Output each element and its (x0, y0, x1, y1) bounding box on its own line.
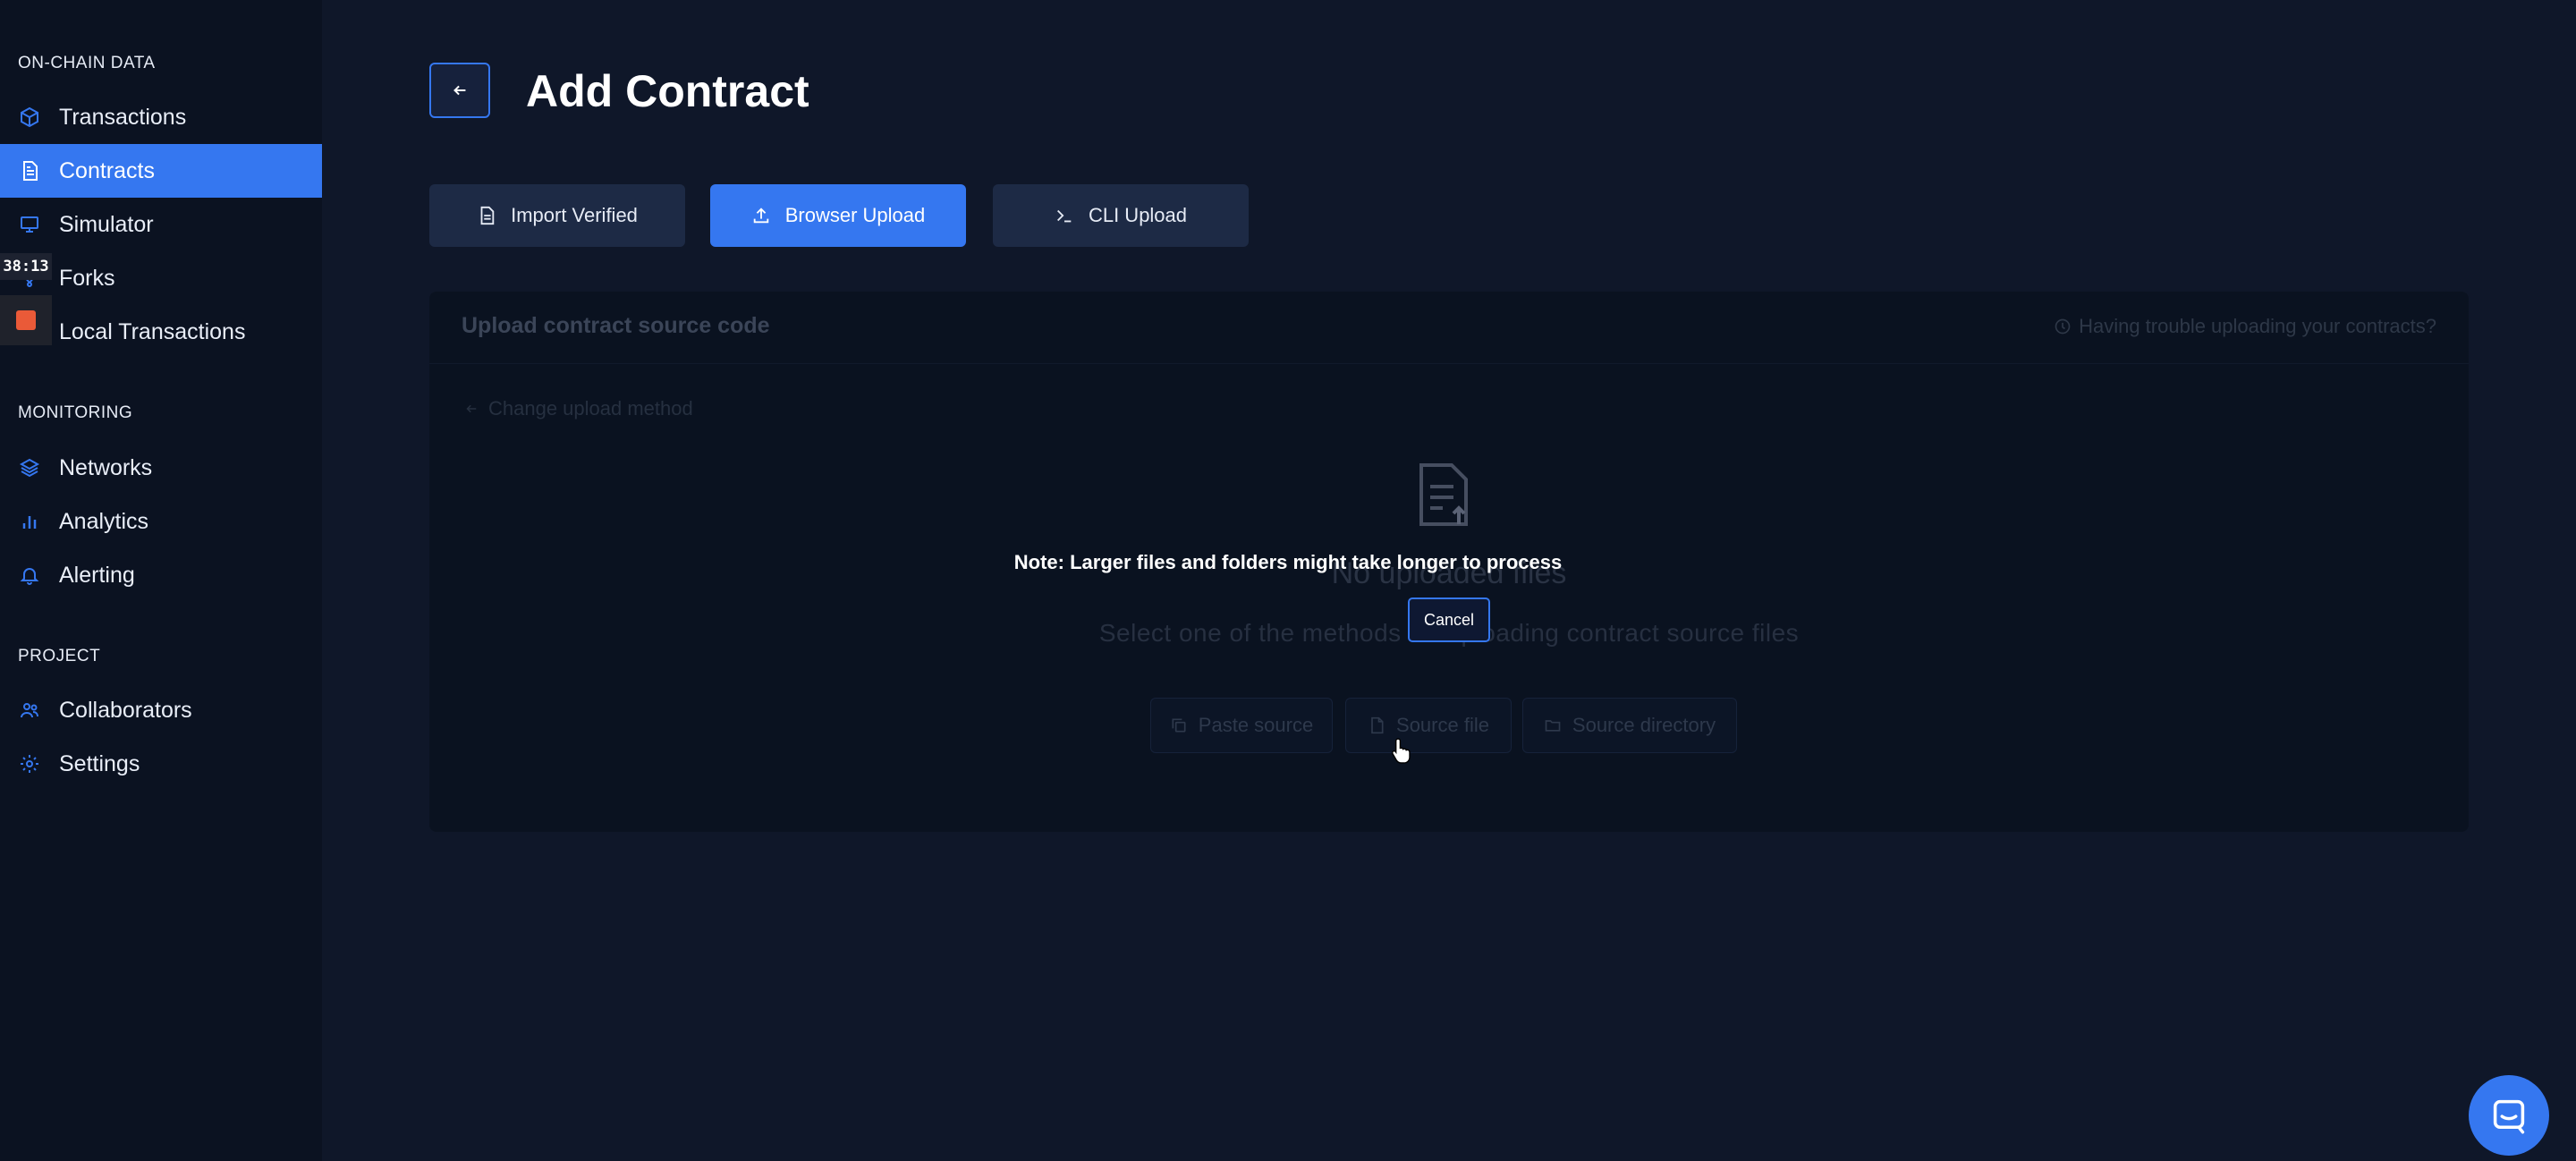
help-icon (2055, 318, 2071, 335)
sidebar-item-settings[interactable]: Settings (0, 737, 322, 791)
sidebar-item-label: Collaborators (59, 697, 192, 723)
chat-support-button[interactable] (2469, 1075, 2549, 1156)
document-icon (18, 159, 41, 182)
bar-chart-icon (18, 510, 41, 533)
change-method-label: Change upload method (488, 397, 693, 419)
back-button[interactable] (429, 63, 490, 118)
sidebar-item-label: Simulator (59, 211, 154, 237)
sidebar-item-networks[interactable]: Networks (0, 441, 322, 495)
paste-source-label: Paste source (1198, 714, 1314, 736)
sidebar-item-label: Contracts (59, 157, 155, 183)
arrow-left-icon (453, 85, 466, 96)
source-file-button[interactable]: Source file (1345, 698, 1512, 753)
arrow-left-icon (466, 404, 477, 413)
section-label-project: PROJECT (18, 647, 101, 665)
users-icon (18, 699, 41, 722)
method-label: CLI Upload (1088, 204, 1188, 226)
cancel-button[interactable]: Cancel (1408, 597, 1490, 642)
sidebar-item-label: Forks (59, 265, 115, 291)
paste-source-button[interactable]: Paste source (1150, 698, 1333, 753)
method-label: Browser Upload (784, 204, 926, 226)
panel-header: Upload contract source code Having troub… (429, 292, 2469, 364)
cube-icon (18, 106, 41, 129)
import-verified-button[interactable]: Import Verified (429, 184, 685, 247)
document-icon (480, 206, 495, 225)
sidebar: ON-CHAIN DATA Transactions Contracts Sim… (0, 0, 322, 1161)
copy-icon (1172, 718, 1186, 733)
sidebar-item-label: Settings (59, 750, 140, 776)
stop-icon (16, 310, 36, 330)
sidebar-item-analytics[interactable]: Analytics (0, 495, 322, 548)
recorder-timer: 38:13 (0, 253, 52, 280)
gear-icon (18, 752, 41, 775)
source-directory-button[interactable]: Source directory (1522, 698, 1737, 753)
hand-cursor-icon (1392, 738, 1411, 764)
help-link-label: Having trouble uploading your contracts? (2079, 315, 2436, 337)
sidebar-item-simulator[interactable]: Simulator (0, 198, 322, 251)
file-upload-icon (1419, 463, 1468, 526)
sidebar-item-collaborators[interactable]: Collaborators (0, 683, 322, 737)
recorder-stop-button[interactable] (0, 295, 52, 345)
upload-processing-note: Note: Larger files and folders might tak… (1013, 551, 1563, 573)
terminal-icon (1056, 209, 1072, 223)
sidebar-item-transactions[interactable]: Transactions (0, 90, 322, 144)
page-title: Add Contract (526, 66, 809, 116)
source-directory-label: Source directory (1572, 714, 1716, 736)
monitor-icon (18, 213, 41, 236)
panel-title: Upload contract source code (462, 313, 770, 338)
source-file-label: Source file (1396, 714, 1489, 736)
layers-icon (18, 456, 41, 479)
help-link[interactable]: Having trouble uploading your contracts? (2054, 315, 2436, 338)
method-label: Import Verified (511, 204, 638, 226)
cli-upload-button[interactable]: CLI Upload (993, 184, 1249, 247)
sidebar-item-label: Transactions (59, 104, 187, 130)
browser-upload-button[interactable]: Browser Upload (710, 184, 966, 247)
chat-icon (2493, 1099, 2525, 1134)
sidebar-item-label: Analytics (59, 508, 149, 534)
upload-icon (753, 208, 768, 224)
sidebar-item-label: Local Transactions (59, 318, 246, 344)
section-label-monitoring: MONITORING (18, 403, 133, 422)
file-icon (1371, 716, 1384, 734)
sidebar-item-label: Networks (59, 454, 153, 480)
sidebar-item-contracts[interactable]: Contracts (0, 144, 322, 198)
change-upload-method-link[interactable]: Change upload method (463, 397, 693, 420)
folder-icon (1545, 720, 1561, 732)
section-label-on-chain-data: ON-CHAIN DATA (18, 54, 156, 72)
